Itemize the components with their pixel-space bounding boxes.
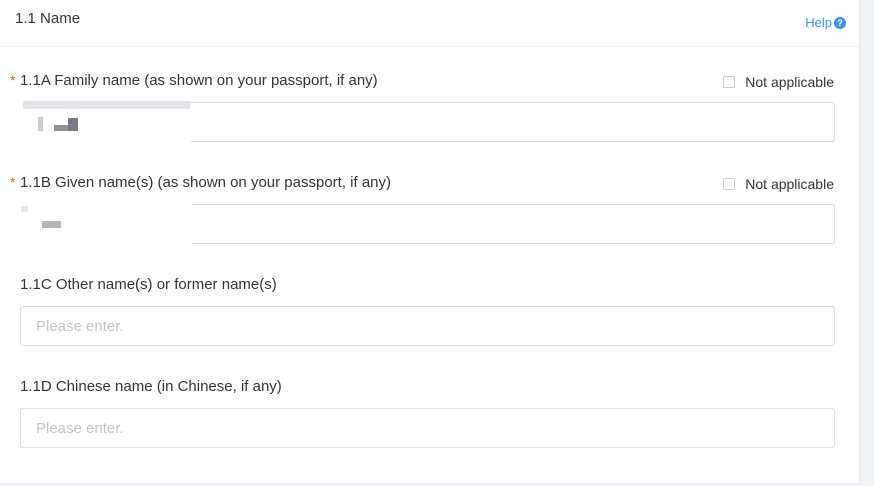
chinese-name-label: 1.1D Chinese name (in Chinese, if any) [20,378,282,395]
redaction-pixel [21,206,28,212]
redaction-pixel [54,125,68,131]
chinese-name-input[interactable] [20,408,835,448]
redaction-pixel [38,117,43,131]
section-header: 1.1 Name Help ? [0,0,859,47]
form-card: 1.1 Name Help ? * 1.1A Family name (as s… [0,0,860,484]
redaction-pixel [68,118,78,131]
given-name-not-applicable[interactable]: Not applicable [723,176,834,192]
other-names-label: 1.1C Other name(s) or former name(s) [20,276,277,293]
other-names-input[interactable] [20,306,835,346]
other-names-field: 1.1C Other name(s) or former name(s) [0,276,859,348]
section-title: 1.1 Name [15,10,81,27]
not-applicable-label: Not applicable [745,176,834,192]
redacted-region [20,101,190,143]
redacted-region [20,203,192,245]
family-name-not-applicable[interactable]: Not applicable [723,74,834,90]
not-applicable-checkbox[interactable] [723,178,736,190]
question-circle-icon: ? [834,16,846,29]
family-name-field: * 1.1A Family name (as shown on your pas… [0,72,859,144]
redaction-bar [23,101,190,109]
not-applicable-label: Not applicable [745,74,834,90]
family-name-label: 1.1A Family name (as shown on your passp… [20,72,378,89]
help-link[interactable]: Help ? [805,15,846,30]
redaction-pixel [42,221,61,228]
not-applicable-checkbox[interactable] [723,76,736,88]
required-marker: * [10,174,16,190]
help-label: Help [805,15,832,30]
chinese-name-field: 1.1D Chinese name (in Chinese, if any) [0,378,859,450]
given-name-label: 1.1B Given name(s) (as shown on your pas… [20,174,392,191]
given-name-field: * 1.1B Given name(s) (as shown on your p… [0,174,859,246]
required-marker: * [10,72,16,88]
